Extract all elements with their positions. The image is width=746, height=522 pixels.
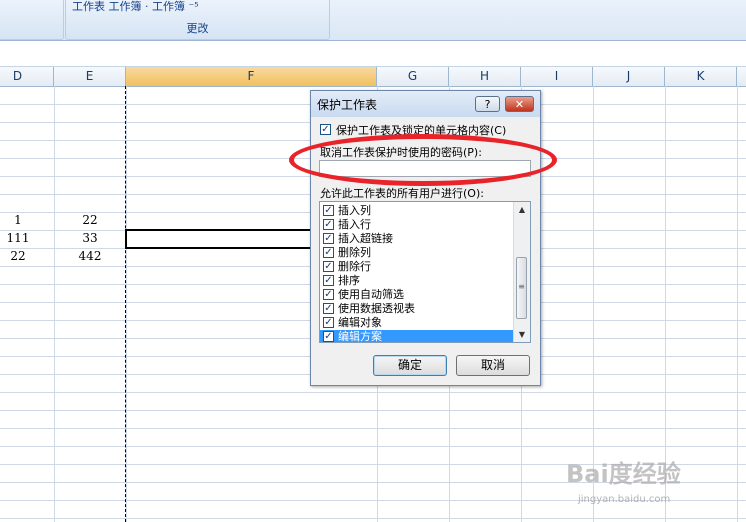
- column-header-h[interactable]: H: [449, 67, 521, 86]
- cell-d-row2[interactable]: 111: [0, 229, 36, 247]
- active-cell[interactable]: [125, 229, 315, 249]
- permission-label: 使用数据透视表: [338, 302, 415, 315]
- permission-item[interactable]: ✓ 插入列: [320, 204, 515, 218]
- permission-checkbox[interactable]: ✓: [323, 219, 334, 230]
- ribbon-group-changes: 工作表 工作簿 · 工作簿 ⁻⁵ 更改: [65, 0, 330, 40]
- permission-label: 删除列: [338, 246, 371, 259]
- watermark-url: jingyan.baidu.com: [578, 494, 671, 505]
- permission-label: 删除行: [338, 260, 371, 273]
- permission-label: 插入超链接: [338, 232, 393, 245]
- permission-checkbox[interactable]: ✓: [323, 247, 334, 258]
- page-break-line: [125, 86, 126, 522]
- help-button[interactable]: ?: [475, 96, 500, 112]
- row-gridline: [0, 446, 746, 447]
- column-header-i[interactable]: I: [521, 67, 593, 86]
- column-header-j[interactable]: J: [593, 67, 665, 86]
- column-gridline: [54, 86, 55, 522]
- permission-label: 排序: [338, 274, 360, 287]
- dialog-title: 保护工作表: [317, 98, 378, 112]
- ribbon: 工作表 工作簿 · 工作簿 ⁻⁵ 更改: [0, 0, 746, 41]
- dialog-title-bar[interactable]: 保护工作表 ? ✕: [311, 91, 540, 117]
- ribbon-group-label: 更改: [186, 22, 209, 35]
- permission-item[interactable]: ✓ 编辑方案: [320, 330, 515, 343]
- permission-item[interactable]: ✓ 排序: [320, 274, 515, 288]
- cell-e-row2[interactable]: 33: [54, 229, 126, 247]
- permission-item[interactable]: ✓ 编辑对象: [320, 316, 515, 330]
- cell-e-row1[interactable]: 22: [54, 211, 126, 229]
- cancel-button[interactable]: 取消: [456, 355, 530, 376]
- ribbon-group-left: [0, 0, 64, 40]
- permission-label: 编辑方案: [338, 330, 382, 343]
- permission-item[interactable]: ✓ 插入行: [320, 218, 515, 232]
- allow-users-label: 允许此工作表的所有用户进行(O):: [320, 187, 484, 200]
- permission-checkbox[interactable]: ✓: [323, 261, 334, 272]
- formula-bar[interactable]: [0, 41, 746, 67]
- permission-checkbox[interactable]: ✓: [323, 289, 334, 300]
- permission-checkbox[interactable]: ✓: [323, 233, 334, 244]
- permission-checkbox[interactable]: ✓: [323, 205, 334, 216]
- permission-item[interactable]: ✓ 插入超链接: [320, 232, 515, 246]
- row-gridline: [0, 410, 746, 411]
- watermark-brand: Bai度经验: [566, 460, 681, 488]
- row-gridline: [0, 518, 746, 519]
- column-header-row: D E F G H I J K: [0, 67, 746, 87]
- permission-item[interactable]: ✓ 删除列: [320, 246, 515, 260]
- scroll-thumb[interactable]: ≡: [516, 257, 527, 319]
- permission-label: 插入列: [338, 204, 371, 217]
- permission-label: 插入行: [338, 218, 371, 231]
- permissions-list[interactable]: ✓ 插入列 ✓ 插入行 ✓ 插入超链接 ✓ 删除列 ✓ 删除行 ✓ 排序 ✓ 使用自动筛选 ✓ 使用数据透视表…: [319, 201, 531, 343]
- row-gridline: [0, 428, 746, 429]
- annotation-circle: [289, 134, 557, 186]
- column-gridline: [126, 86, 127, 522]
- column-gridline: [737, 86, 738, 522]
- permission-checkbox[interactable]: ✓: [323, 331, 334, 342]
- close-button[interactable]: ✕: [505, 96, 534, 112]
- protect-contents-checkbox[interactable]: ✓: [320, 124, 331, 135]
- permission-checkbox[interactable]: ✓: [323, 275, 334, 286]
- permission-checkbox[interactable]: ✓: [323, 303, 334, 314]
- cell-d-row3[interactable]: 22: [0, 247, 36, 265]
- permission-item[interactable]: ✓ 使用自动筛选: [320, 288, 515, 302]
- watermark: Bai度经验 jingyan.baidu.com: [566, 454, 681, 505]
- permission-item[interactable]: ✓ 使用数据透视表: [320, 302, 515, 316]
- column-header-d[interactable]: D: [0, 67, 54, 86]
- scroll-down-icon[interactable]: ▼: [514, 327, 530, 342]
- ok-button[interactable]: 确定: [373, 355, 447, 376]
- cell-d-row1[interactable]: 1: [0, 211, 36, 229]
- permission-item[interactable]: ✓ 删除行: [320, 260, 515, 274]
- column-header-f[interactable]: F: [126, 67, 377, 86]
- ribbon-buttons-text[interactable]: 工作表 工作簿 · 工作簿 ⁻⁵: [72, 0, 199, 14]
- permission-label: 编辑对象: [338, 316, 382, 329]
- column-header-g[interactable]: G: [377, 67, 449, 86]
- row-gridline: [0, 392, 746, 393]
- column-header-e[interactable]: E: [54, 67, 126, 86]
- permission-label: 使用自动筛选: [338, 288, 404, 301]
- permission-checkbox[interactable]: ✓: [323, 317, 334, 328]
- cell-e-row3[interactable]: 442: [54, 247, 126, 265]
- column-header-k[interactable]: K: [665, 67, 737, 86]
- list-scrollbar[interactable]: ▲ ≡ ▼: [513, 202, 530, 342]
- scroll-up-icon[interactable]: ▲: [514, 202, 530, 217]
